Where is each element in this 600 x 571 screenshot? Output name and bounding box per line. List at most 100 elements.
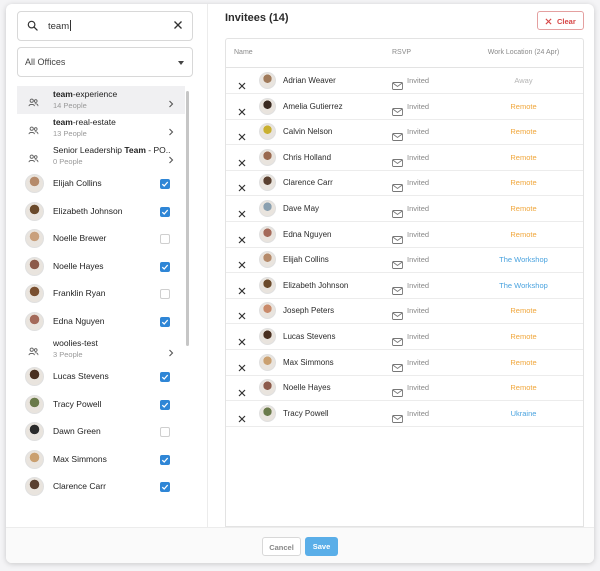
avatar	[25, 422, 44, 441]
rsvp-status: Invited	[407, 76, 430, 85]
person-checkbox[interactable]	[160, 261, 170, 272]
remove-invitee-icon[interactable]	[238, 103, 246, 121]
people-group-icon	[28, 150, 39, 168]
chevron-right-icon[interactable]	[168, 95, 174, 113]
rsvp-status: Invited	[407, 204, 430, 213]
cancel-button[interactable]: Cancel	[262, 537, 301, 556]
envelope-icon	[392, 103, 403, 121]
avatar	[259, 353, 276, 371]
table-row: Chris Holland Invited Remote	[226, 145, 583, 171]
person-item[interactable]: Lucas Stevens	[17, 363, 185, 391]
clear-button[interactable]: Clear	[537, 11, 584, 30]
remove-invitee-icon[interactable]	[238, 256, 246, 274]
group-name: team-experience	[53, 89, 117, 99]
person-item[interactable]: Noelle Brewer	[17, 225, 185, 253]
table-row: Edna Nguyen Invited Remote	[226, 222, 583, 248]
person-item[interactable]: Dawn Green	[17, 418, 185, 446]
group-item[interactable]: team-real-estate 13 People	[17, 114, 185, 142]
envelope-icon	[392, 205, 403, 223]
person-checkbox[interactable]	[160, 316, 170, 327]
clear-search-icon[interactable]	[172, 19, 184, 31]
work-location: Remote	[510, 357, 537, 367]
office-select[interactable]: All Offices	[17, 47, 193, 77]
list-scrollbar[interactable]	[186, 91, 189, 346]
person-item[interactable]: Elijah Collins	[17, 170, 185, 198]
avatar	[25, 311, 44, 331]
chevron-right-icon[interactable]	[168, 151, 174, 169]
chevron-right-icon[interactable]	[168, 344, 174, 362]
table-row: Dave May Invited Remote	[226, 196, 583, 222]
person-name: Elijah Collins	[53, 178, 102, 188]
avatar	[25, 394, 44, 414]
person-checkbox[interactable]	[160, 179, 170, 189]
rsvp-status: Invited	[407, 280, 430, 290]
group-item[interactable]: woolies-test 3 People	[17, 335, 185, 363]
clear-label: Clear	[557, 17, 576, 26]
remove-invitee-icon[interactable]	[238, 410, 246, 428]
person-checkbox[interactable]	[160, 482, 170, 492]
avatar	[259, 328, 276, 345]
remove-invitee-icon[interactable]	[238, 359, 246, 377]
remove-invitee-icon[interactable]	[238, 77, 246, 95]
avatar	[259, 276, 276, 294]
person-checkbox[interactable]	[160, 234, 170, 244]
group-item[interactable]: team-experience 14 People	[17, 86, 185, 114]
search-input[interactable]: team	[17, 11, 193, 41]
person-checkbox[interactable]	[160, 206, 170, 217]
person-item[interactable]: Clarence Carr	[17, 473, 185, 501]
remove-invitee-icon[interactable]	[238, 333, 246, 351]
caret-down-icon	[178, 61, 184, 65]
work-location: Remote	[510, 101, 537, 111]
envelope-icon	[392, 154, 403, 172]
table-row: Tracy Powell Invited Ukraine	[226, 401, 583, 427]
person-checkbox[interactable]	[160, 399, 170, 410]
remove-invitee-icon[interactable]	[238, 384, 246, 402]
remove-invitee-icon[interactable]	[238, 128, 246, 146]
remove-invitee-icon[interactable]	[238, 179, 246, 197]
work-location: Remote	[510, 229, 537, 239]
table-row: Noelle Hayes Invited Remote	[226, 375, 583, 402]
remove-invitee-icon[interactable]	[238, 154, 246, 172]
remove-invitee-icon[interactable]	[238, 282, 246, 300]
person-item[interactable]: Edna Nguyen	[17, 308, 185, 336]
remove-invitee-icon[interactable]	[238, 205, 246, 223]
group-count: 13 People	[53, 129, 87, 138]
person-item[interactable]: Noelle Hayes	[17, 253, 185, 281]
group-count: 3 People	[53, 350, 83, 359]
work-location: Remote	[510, 332, 537, 341]
table-row: Clarence Carr Invited Remote	[226, 170, 583, 197]
avatar	[25, 256, 44, 276]
group-name-match: team	[53, 89, 73, 99]
envelope-icon	[392, 410, 403, 428]
envelope-icon	[392, 128, 403, 146]
work-location: Remote	[510, 178, 537, 188]
person-checkbox[interactable]	[160, 289, 170, 299]
remove-invitee-icon[interactable]	[238, 307, 246, 325]
group-count: 0 People	[53, 157, 83, 166]
work-location: The Workshop	[499, 255, 548, 265]
person-name: Max Simmons	[53, 453, 107, 464]
person-item[interactable]: Franklin Ryan	[17, 280, 185, 308]
person-name: Clarence Carr	[53, 481, 106, 491]
avatar	[259, 148, 276, 166]
rsvp-status: Invited	[407, 306, 430, 316]
column-rsvp: RSVP	[392, 49, 412, 56]
people-group-icon	[28, 343, 39, 361]
person-checkbox[interactable]	[160, 427, 170, 437]
avatar	[259, 174, 276, 192]
avatar	[25, 229, 44, 248]
person-item[interactable]: Elizabeth Johnson	[17, 198, 185, 226]
group-item[interactable]: Senior Leadership Team - PO... 0 People	[17, 142, 185, 170]
rsvp-status: Invited	[407, 127, 430, 137]
person-item[interactable]: Tracy Powell	[17, 391, 185, 419]
work-location: Away	[514, 76, 533, 85]
person-item[interactable]: Max Simmons	[17, 446, 185, 474]
chevron-right-icon[interactable]	[168, 123, 174, 141]
save-button[interactable]: Save	[305, 537, 338, 556]
invitees-modal: team All Offices team-experience 14 Peopl…	[6, 4, 594, 563]
person-checkbox[interactable]	[160, 454, 170, 465]
invitee-name: Amelia Gutierrez	[283, 101, 343, 111]
person-checkbox[interactable]	[160, 372, 170, 382]
invitee-name: Calvin Nelson	[283, 127, 333, 137]
remove-invitee-icon[interactable]	[238, 231, 246, 249]
